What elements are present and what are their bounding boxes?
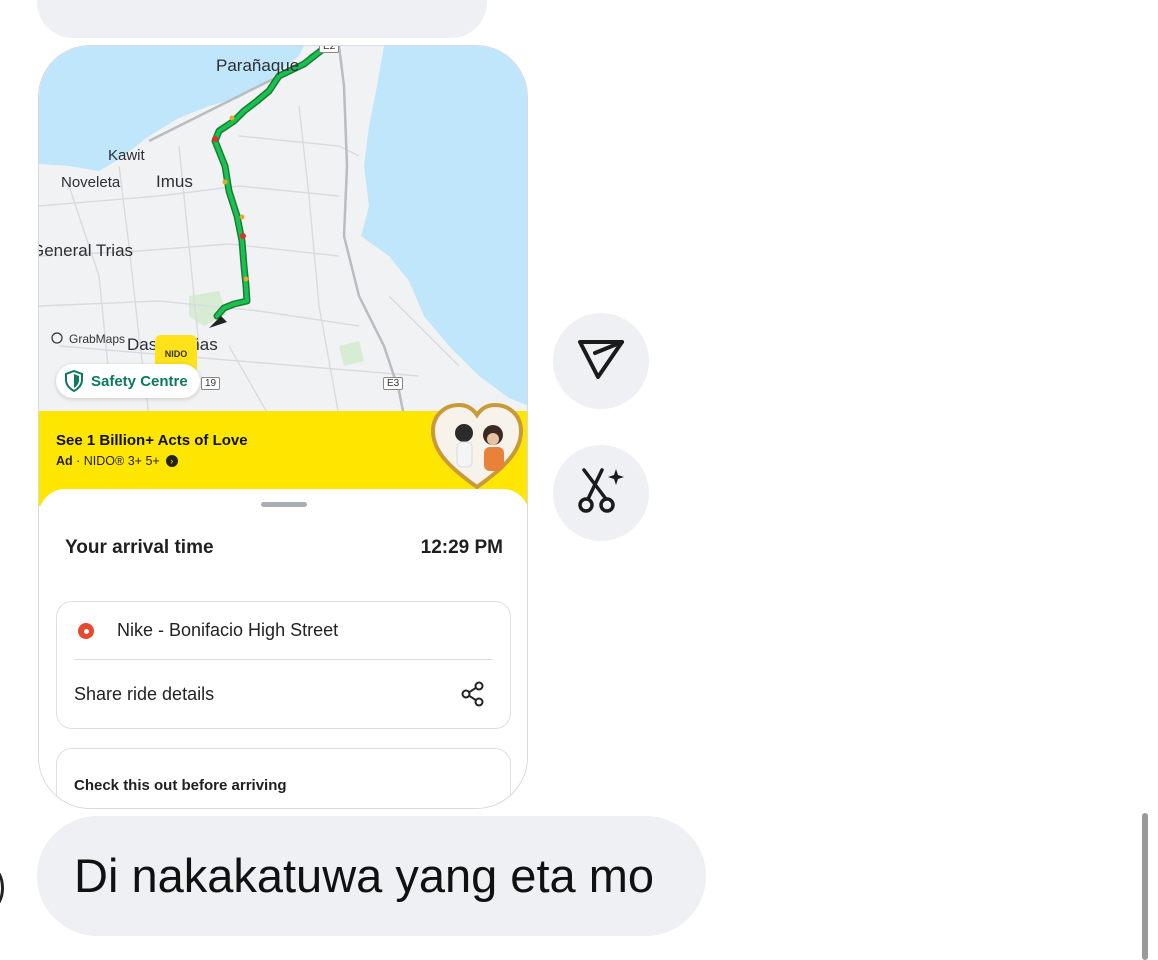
share-icon[interactable] <box>460 681 486 712</box>
road-badge-e2: E2 <box>319 46 340 53</box>
shared-ride-screenshot[interactable]: Parañaque Kawit Noveleta Imus General Tr… <box>38 45 528 809</box>
destination-name: Nike - Bonifacio High Street <box>117 620 339 640</box>
map-canvas <box>39 46 527 416</box>
nido-marker-label: NIDO <box>164 349 188 359</box>
map-view: Parañaque Kawit Noveleta Imus General Tr… <box>38 46 527 416</box>
map-label-paranaque: Parañaque <box>216 56 300 75</box>
previous-message-bubble <box>37 0 487 38</box>
map-label-kawit: Kawit <box>108 147 145 164</box>
road-badge-e3: E3 <box>383 377 404 390</box>
ai-scissors-icon <box>576 466 626 521</box>
ad-tag: Ad <box>56 454 73 468</box>
ai-edit-button[interactable] <box>553 445 649 541</box>
destination-row[interactable]: Nike - Bonifacio High Street <box>57 602 510 659</box>
grabmaps-attribution: GrabMaps <box>69 332 126 346</box>
ride-bottom-sheet[interactable]: Your arrival time 12:29 PM Nike - Bonifa… <box>39 489 527 808</box>
arrival-time-value: 12:29 PM <box>420 537 503 558</box>
map-label-noveleta: Noveleta <box>61 174 121 191</box>
destination-card: Nike - Bonifacio High Street Share ride … <box>56 601 511 729</box>
message-text: Di nakakatuwa yang eta mo <box>74 849 654 902</box>
ad-heart-image <box>429 399 525 500</box>
scrollbar[interactable] <box>1142 813 1148 960</box>
map-label-general-trias: General Trias <box>38 241 134 260</box>
arrival-time-label: Your arrival time <box>65 537 214 558</box>
ad-subtitle: Ad · NIDO® 3+ 5+ › <box>56 454 178 468</box>
shield-icon <box>64 370 84 392</box>
check-before-arriving-card[interactable]: Check this out before arriving <box>56 748 511 808</box>
ad-title: See 1 Billion+ Acts of Love <box>56 432 248 449</box>
safety-centre-button[interactable]: Safety Centre <box>56 364 200 398</box>
ad-sponsor: NIDO® 3+ 5+ <box>83 454 160 468</box>
sheet-drag-handle[interactable] <box>261 502 307 507</box>
share-ride-row[interactable]: Share ride details <box>57 660 510 730</box>
map-label-imus: Imus <box>156 172 193 191</box>
edge-fragment <box>0 868 4 908</box>
destination-dot-icon <box>78 623 94 639</box>
safety-centre-label: Safety Centre <box>91 372 188 390</box>
road-badge-19: 19 <box>201 377 221 390</box>
check-before-arriving-label: Check this out before arriving <box>74 777 287 794</box>
chevron-right-icon: › <box>165 455 178 467</box>
share-ride-label: Share ride details <box>74 684 215 704</box>
message-bubble[interactable]: Di nakakatuwa yang eta mo <box>37 816 706 936</box>
forward-button[interactable] <box>553 313 649 409</box>
forward-icon <box>576 337 626 386</box>
